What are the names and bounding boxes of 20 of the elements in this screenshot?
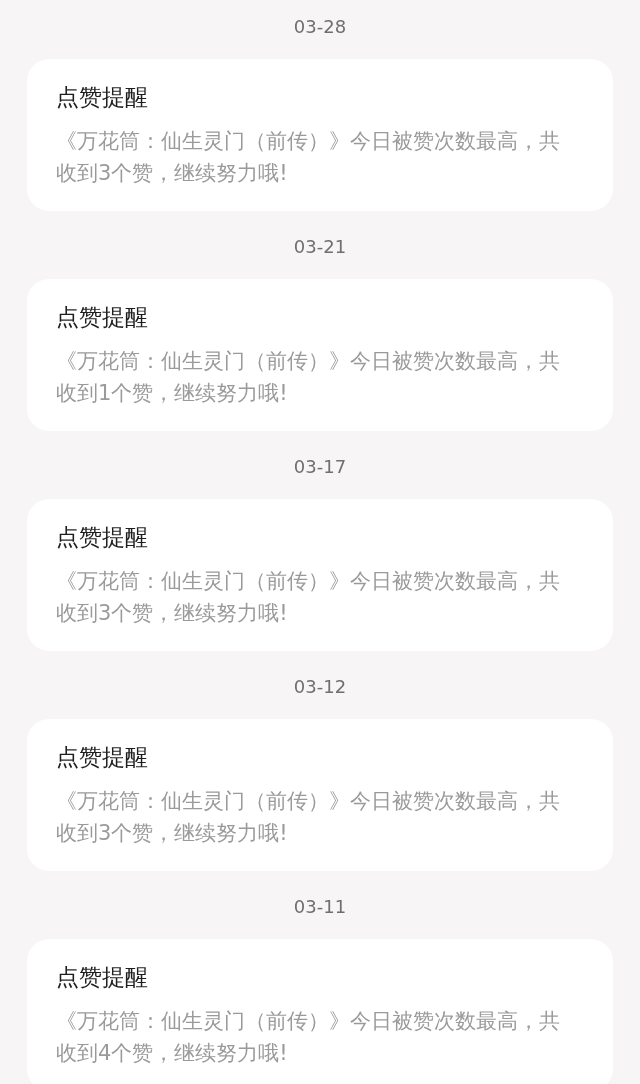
notification-title: 点赞提醒: [56, 963, 149, 992]
notification-text: 《万花筒：仙生灵门（前传）》今日被赞次数最高，共收到3个赞，继续努力哦!: [56, 568, 561, 627]
date-label: 03-11: [293, 895, 347, 919]
notification-card[interactable]: 点赞提醒 《万花筒：仙生灵门（前传）》今日被赞次数最高，共收到1个赞，继续努力哦!: [27, 279, 613, 431]
notification-text: 《万花筒：仙生灵门（前传）》今日被赞次数最高，共收到3个赞，继续努力哦!: [56, 128, 561, 187]
notification-title: 点赞提醒: [56, 743, 149, 772]
notification-text: 《万花筒：仙生灵门（前传）》今日被赞次数最高，共收到1个赞，继续努力哦!: [56, 348, 561, 407]
notification-card[interactable]: 点赞提醒 《万花筒：仙生灵门（前传）》今日被赞次数最高，共收到3个赞，继续努力哦!: [27, 59, 613, 211]
date-label: 03-21: [293, 235, 347, 259]
notification-title: 点赞提醒: [56, 83, 149, 112]
notification-card[interactable]: 点赞提醒 《万花筒：仙生灵门（前传）》今日被赞次数最高，共收到3个赞，继续努力哦!: [27, 719, 613, 871]
notification-title: 点赞提醒: [56, 303, 149, 332]
notification-title: 点赞提醒: [56, 523, 149, 552]
date-label: 03-12: [293, 675, 347, 699]
date-label: 03-17: [293, 455, 347, 479]
notification-card[interactable]: 点赞提醒 《万花筒：仙生灵门（前传）》今日被赞次数最高，共收到4个赞，继续努力哦!: [27, 939, 613, 1084]
notification-text: 《万花筒：仙生灵门（前传）》今日被赞次数最高，共收到3个赞，继续努力哦!: [56, 788, 561, 847]
date-label: 03-28: [293, 15, 347, 39]
notification-text: 《万花筒：仙生灵门（前传）》今日被赞次数最高，共收到4个赞，继续努力哦!: [56, 1008, 561, 1067]
notification-card[interactable]: 点赞提醒 《万花筒：仙生灵门（前传）》今日被赞次数最高，共收到3个赞，继续努力哦!: [27, 499, 613, 651]
